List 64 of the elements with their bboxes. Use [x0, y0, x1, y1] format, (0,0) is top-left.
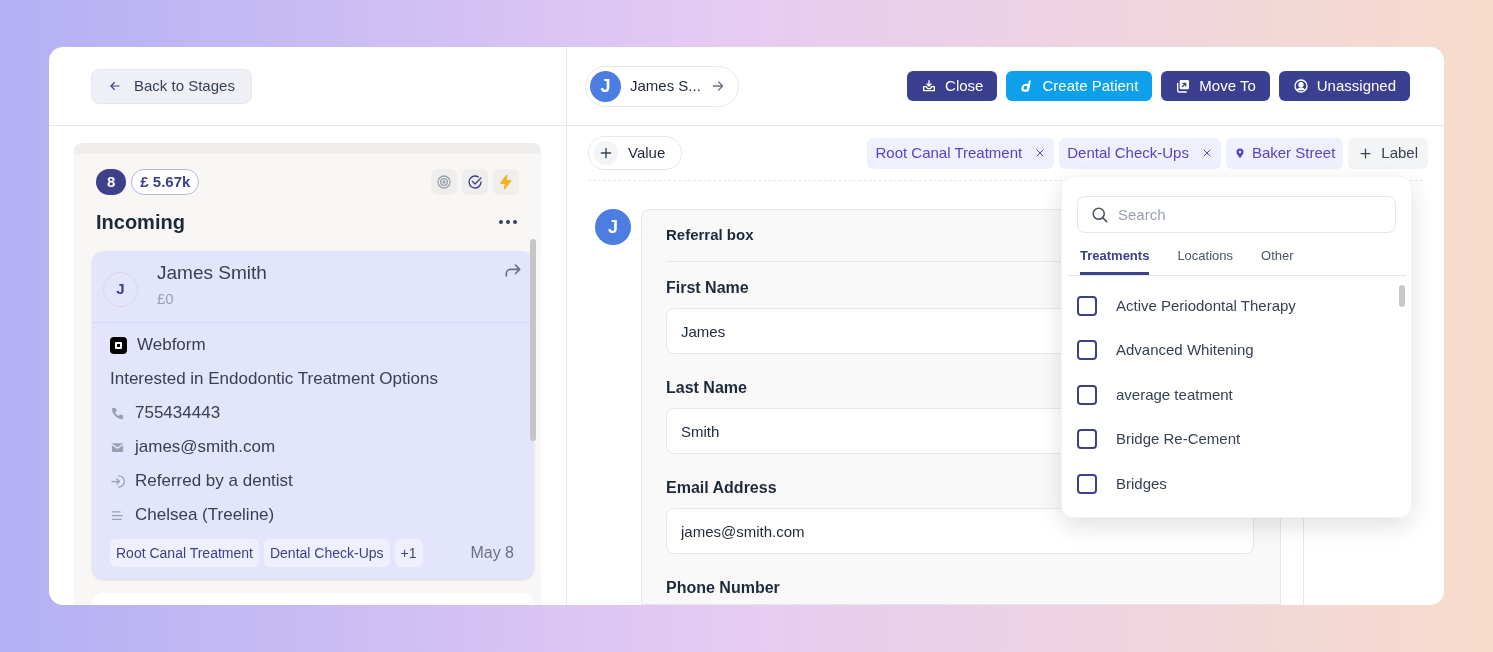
add-label-button[interactable]: Label	[1348, 137, 1428, 169]
user-circle-icon	[1292, 78, 1309, 94]
contact-name: James S...	[630, 75, 701, 96]
checkbox[interactable]	[1077, 429, 1097, 450]
webform-icon	[110, 336, 127, 354]
field-label: Phone Number	[666, 578, 780, 598]
avatar: J	[595, 209, 631, 245]
more-icon	[499, 220, 517, 224]
lead-referral: Referred by a dentist	[135, 470, 293, 493]
more-button[interactable]	[499, 220, 517, 224]
column-title: Incoming	[96, 210, 185, 235]
plus-icon	[1358, 145, 1374, 161]
label-text: Dental Check-Ups	[1067, 142, 1189, 163]
checkbox[interactable]	[1077, 473, 1097, 494]
form-title: Referral box	[666, 225, 754, 246]
lead-date: May 8	[470, 543, 515, 563]
avatar: J	[590, 70, 621, 102]
count-badge: 8	[96, 169, 127, 195]
checkbox[interactable]	[1077, 384, 1097, 405]
lead-email: james@smith.com	[135, 436, 276, 459]
field-label: Last Name	[666, 378, 747, 398]
lead-interest: Interested in Endodontic Treatment Options	[110, 368, 438, 391]
arrow-left-icon	[108, 79, 122, 93]
tag: +1	[394, 539, 423, 567]
lead-location: Chelsea (Treeline)	[135, 504, 275, 527]
tab[interactable]: Other	[1261, 246, 1294, 275]
tag: Root Canal Treatment	[110, 539, 259, 567]
lightning-icon	[498, 174, 514, 190]
scrollbar[interactable]	[530, 239, 536, 441]
tag: Dental Check-Ups	[263, 539, 390, 567]
option-label: Bridge Re-Cement	[1116, 429, 1241, 449]
scrollbar[interactable]	[1399, 284, 1405, 307]
lead-card[interactable]: J James Smith £0 Webform Interested in Endodontic Treatment Options 755434443 james@smith.com Referred by a dentist Chelsea (Treeline) Root Canal Treatment Dental Check-Ups +1 May 8	[92, 251, 534, 579]
target-icon	[436, 174, 452, 190]
checkbox[interactable]	[1077, 295, 1097, 316]
assign-button[interactable]: Unassigned	[1278, 71, 1410, 101]
label-text: Baker Street	[1251, 142, 1336, 163]
tray-icon	[921, 78, 938, 94]
input-field[interactable]: james@smith.com	[666, 508, 1254, 554]
plus-icon	[598, 145, 614, 161]
login-icon	[110, 473, 125, 489]
lead-name: James Smith	[157, 261, 268, 285]
option-label: average teatment	[1116, 384, 1233, 405]
lead-phone: 755434443	[135, 402, 221, 425]
back-button[interactable]: Back to Stages	[91, 68, 252, 104]
close-button[interactable]: Close	[907, 71, 998, 101]
option-row[interactable]: Bridges	[1062, 461, 1411, 506]
check-circle-button[interactable]	[462, 169, 488, 195]
move-button[interactable]: Move To	[1161, 71, 1270, 101]
phone-icon	[110, 405, 125, 421]
lead-source: Webform	[137, 334, 206, 357]
search-field[interactable]: Search	[1077, 196, 1396, 233]
label-text: Root Canal Treatment	[875, 142, 1023, 163]
tab[interactable]: Locations	[1177, 246, 1234, 275]
checkbox[interactable]	[1077, 340, 1097, 361]
tab[interactable]: Treatments	[1080, 246, 1150, 275]
field-label: First Name	[666, 278, 749, 298]
check-circle-icon	[467, 174, 483, 190]
move-icon	[1175, 78, 1192, 94]
value-badge: £ 5.67k	[131, 169, 200, 195]
field-label: Email Address	[666, 478, 777, 498]
option-label: Bridges	[1116, 473, 1167, 494]
search-icon	[1090, 205, 1109, 224]
lead-amount: £0	[157, 288, 175, 309]
